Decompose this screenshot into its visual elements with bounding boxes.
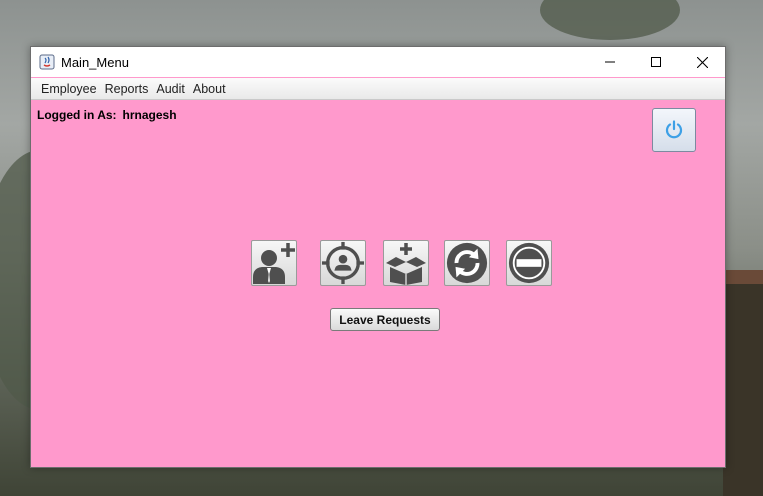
minimize-button[interactable] <box>587 47 633 77</box>
minimize-icon <box>605 61 615 63</box>
background-house <box>723 284 763 496</box>
close-icon <box>696 56 708 68</box>
add-employee-button[interactable] <box>251 240 297 286</box>
background-roof <box>723 270 763 284</box>
logged-in-user: hrnagesh <box>122 108 177 122</box>
menu-bar: Employee Reports Audit About <box>31 78 725 100</box>
power-icon <box>665 120 683 139</box>
main-menu-window: Main_Menu Employee Reports Audit About L… <box>30 46 726 468</box>
title-bar: Main_Menu <box>31 47 725 77</box>
refresh-button[interactable] <box>444 240 490 286</box>
logged-in-label: Logged in As: <box>37 108 117 122</box>
refresh-icon <box>446 242 488 284</box>
remove-button[interactable] <box>506 240 552 286</box>
target-employee-icon <box>321 241 365 285</box>
logout-button[interactable] <box>652 108 696 152</box>
menu-about[interactable]: About <box>189 82 230 96</box>
maximize-button[interactable] <box>633 47 679 77</box>
close-button[interactable] <box>679 47 725 77</box>
window-controls <box>587 47 725 77</box>
window-title: Main_Menu <box>61 54 129 70</box>
menu-employee[interactable]: Employee <box>37 82 101 96</box>
add-package-button[interactable] <box>383 240 429 286</box>
employee-target-button[interactable] <box>320 240 366 286</box>
login-status: Logged in As: hrnagesh <box>37 108 183 122</box>
add-employee-icon <box>253 243 295 284</box>
main-panel: Logged in As: hrnagesh Leave Requests <box>31 101 725 467</box>
background-tree <box>540 0 680 40</box>
maximize-icon <box>651 57 661 67</box>
menu-audit[interactable]: Audit <box>152 82 189 96</box>
java-app-icon <box>39 54 55 70</box>
menu-reports[interactable]: Reports <box>101 82 153 96</box>
leave-requests-button[interactable]: Leave Requests <box>330 308 440 331</box>
add-package-icon <box>386 243 426 285</box>
remove-icon <box>508 242 550 284</box>
